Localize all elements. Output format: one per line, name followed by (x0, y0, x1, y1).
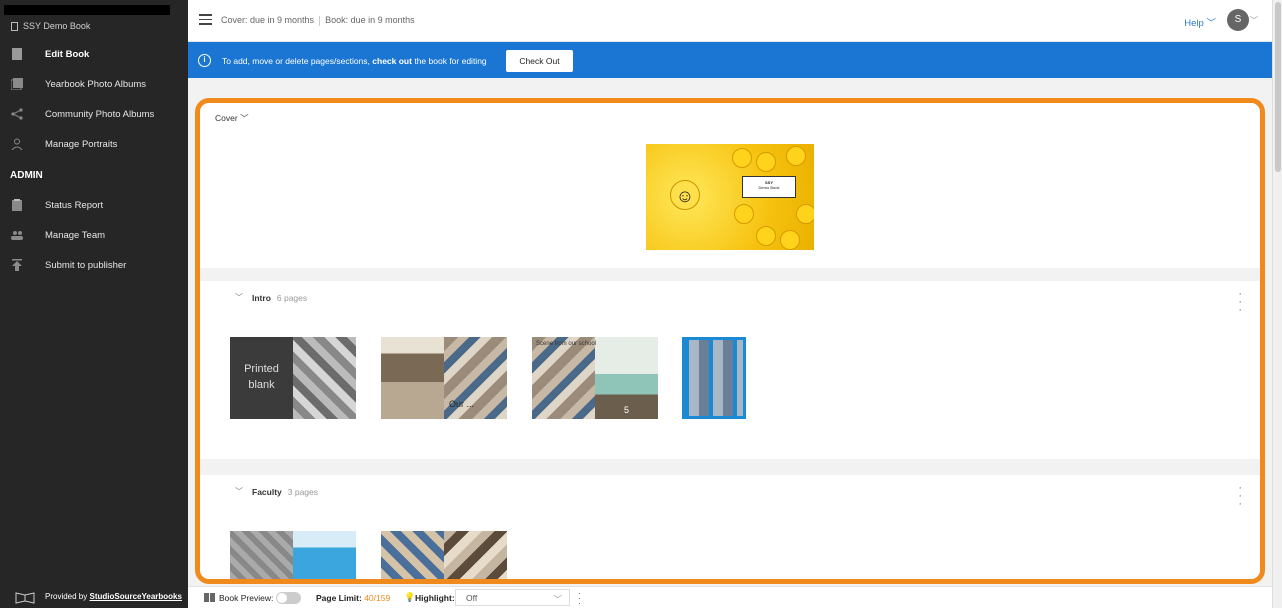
info-icon: i (198, 54, 211, 67)
page-thumbnail (293, 531, 356, 579)
sidebar-item-label: Edit Book (45, 48, 90, 60)
page-number: 5 (624, 405, 630, 415)
section-header[interactable]: ﹀ Faculty 3 pages (235, 486, 318, 497)
printed-blank-page: Printed blank (230, 337, 293, 419)
more-options-icon[interactable]: · · · (578, 589, 581, 608)
top-header: Cover: due in 9 months Book: due in 9 mon… (188, 0, 1282, 42)
bottom-toolbar: Book Preview: Page Limit: 40/159 💡 Highl… (188, 586, 1272, 608)
page-limit-value: 40/159 (364, 593, 391, 603)
redacted-bar (4, 5, 170, 15)
cover-section: Cover ﹀ ☺ SSY Demo Book (200, 103, 1260, 268)
page-thumbnail (381, 337, 444, 419)
section-page-count: 6 pages (276, 292, 308, 303)
page-spread-thumbnail[interactable]: Printed blank (230, 337, 356, 419)
chevron-down-icon[interactable]: ﹀ (235, 486, 243, 497)
book-name[interactable]: SSY Demo Book (11, 21, 90, 31)
more-options-icon[interactable]: · · · (1238, 483, 1242, 510)
cover-dropdown[interactable]: Cover ﹀ (215, 112, 249, 124)
book-sections-frame: Cover ﹀ ☺ SSY Demo Book ﹀ Intro 6 pages ·… (195, 98, 1265, 584)
highlight-label: Highlight: (415, 593, 455, 603)
chevron-down-icon[interactable]: ﹀ (235, 292, 243, 303)
section-intro: ﹀ Intro 6 pages · · · Printed blank Our ..… (200, 281, 1260, 459)
smiley-emoji: ☺ (670, 180, 700, 210)
sidebar-item-label: Yearbook Photo Albums (45, 78, 147, 90)
person-icon (11, 138, 23, 150)
provider-link[interactable]: StudioSourceYearbooks (89, 592, 181, 601)
due-dates: Cover: due in 9 months Book: due in 9 mon… (221, 15, 415, 26)
chevron-down-icon: ﹀ (240, 113, 249, 123)
page-scrollbar[interactable] (1272, 0, 1282, 608)
sidebar-item-manage-portraits[interactable]: Manage Portraits (0, 131, 188, 157)
page-spread-thumbnail[interactable] (381, 531, 507, 579)
footer-prefix: Provided by (45, 592, 88, 601)
sidebar-item-yearbook-photo-albums[interactable]: Yearbook Photo Albums (0, 71, 188, 97)
book-preview-toggle[interactable] (276, 592, 301, 604)
sidebar-item-label: Manage Portraits (45, 138, 118, 150)
page-thumbnail (293, 337, 356, 419)
sidebar-item-submit-to-publisher[interactable]: Submit to publisher (0, 252, 188, 278)
highlight-select[interactable]: Off ﹀ (455, 589, 570, 606)
sidebar-item-edit-book[interactable]: Edit Book (0, 41, 188, 67)
chevron-down-icon: ﹀ (1206, 18, 1216, 29)
help-menu[interactable]: Help ﹀ (1184, 15, 1216, 29)
sidebar: SSY Demo Book Edit Book Yearbook Photo A… (0, 0, 188, 608)
menu-icon[interactable] (199, 14, 212, 25)
avatar[interactable]: S (1227, 9, 1249, 31)
page-spread-thumbnail[interactable]: Our ... (381, 337, 507, 419)
page-spread-thumbnail[interactable]: Scene from our school 5 (532, 337, 658, 419)
page-thumbnail[interactable] (682, 337, 746, 419)
more-options-icon[interactable]: · · · (1238, 289, 1242, 316)
page-thumbnail (230, 531, 293, 579)
chevron-down-icon[interactable]: ﹀ (1250, 15, 1258, 26)
provider-footer: Provided by StudioSourceYearbooks (0, 586, 188, 608)
page-thumbnail (532, 337, 595, 419)
chevron-down-icon: ﹀ (553, 594, 562, 604)
book-preview-label: Book Preview: (219, 593, 274, 603)
sidebar-item-label: Manage Team (45, 229, 106, 241)
section-page-count: 3 pages (287, 486, 319, 497)
book-icon (11, 21, 18, 31)
photo-album-icon (11, 78, 23, 90)
lightbulb-icon: 💡 (404, 592, 416, 602)
page-caption: Scene from our school (536, 341, 597, 347)
section-name: Intro (252, 292, 271, 303)
sidebar-item-community-photo-albums[interactable]: Community Photo Albums (0, 101, 188, 127)
section-name: Faculty (252, 486, 282, 497)
sidebar-item-label: Community Photo Albums (45, 108, 155, 120)
page-limit: Page Limit: 40/159 (316, 593, 391, 603)
sidebar-item-label: Status Report (45, 199, 104, 211)
sidebar-item-status-report[interactable]: Status Report (0, 192, 188, 218)
banner-message: To add, move or delete pages/sections, c… (222, 56, 487, 66)
book-preview-icon (204, 593, 215, 602)
open-book-icon (15, 592, 35, 604)
page-caption: Our ... (449, 399, 475, 409)
scrollbar-thumb[interactable] (1275, 2, 1281, 172)
admin-heading: ADMIN (10, 170, 43, 181)
upload-icon (12, 259, 22, 271)
clipboard-icon (12, 199, 22, 211)
sidebar-item-manage-team[interactable]: Manage Team (0, 222, 188, 248)
sidebar-item-label: Submit to publisher (45, 259, 127, 271)
team-icon (11, 231, 23, 240)
cover-thumbnail[interactable]: ☺ SSY Demo Book (646, 144, 814, 250)
cover-label: SSY Demo Book (742, 176, 796, 198)
book-icon (12, 48, 22, 60)
section-header[interactable]: ﹀ Intro 6 pages (235, 292, 307, 303)
check-out-button[interactable]: Check Out (506, 50, 573, 72)
share-icon (11, 108, 23, 120)
cover-due-text: Cover: due in 9 months (221, 15, 315, 25)
section-faculty: ﹀ Faculty 3 pages · · · (200, 475, 1260, 579)
page-spread-thumbnail[interactable] (230, 531, 356, 579)
book-due-text: Book: due in 9 months (325, 15, 415, 25)
page-thumbnail (444, 531, 507, 579)
page-thumbnail (381, 531, 444, 579)
checkout-banner: i To add, move or delete pages/sections,… (188, 42, 1272, 78)
